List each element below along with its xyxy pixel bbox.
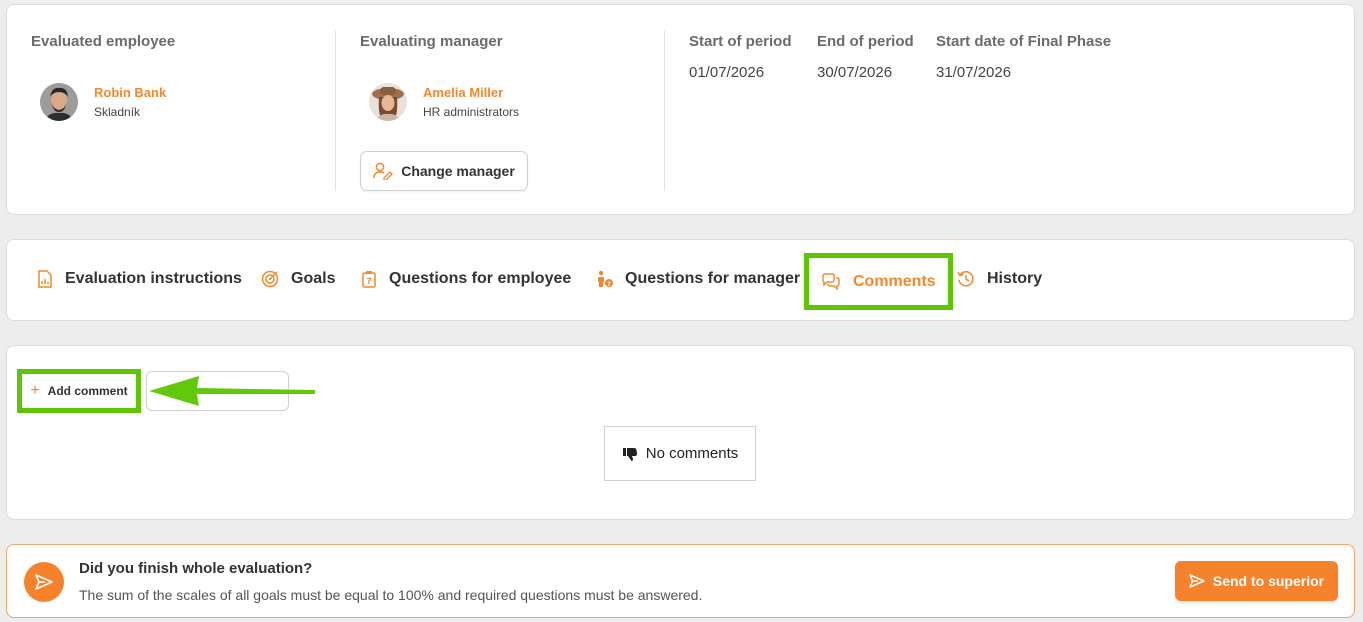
tab-label: History <box>987 270 1043 287</box>
no-comments-label: No comments <box>645 445 739 462</box>
employee-role: Skladník <box>94 105 141 119</box>
submit-evaluation-banner: Did you finish whole evaluation? The sum… <box>6 544 1355 618</box>
tab-label: Evaluation instructions <box>65 270 242 287</box>
add-comment-label: Add comment <box>47 384 128 398</box>
svg-text:?: ? <box>607 280 611 288</box>
banner-text: The sum of the scales of all goals must … <box>79 587 703 603</box>
tab-goals[interactable]: Goals <box>261 259 335 299</box>
no-comments-message: No comments <box>604 426 756 481</box>
tab-label: Goals <box>291 270 336 287</box>
person-question-icon: ? <box>598 270 613 288</box>
tab-comments[interactable]: Comments <box>804 253 953 310</box>
history-icon <box>957 271 974 287</box>
final-phase-start-value: 31/07/2026 <box>936 64 1012 81</box>
send-icon-badge <box>24 562 64 602</box>
tab-label: Questions for manager <box>625 270 801 287</box>
manager-name[interactable]: Amelia Miller <box>423 85 519 100</box>
send-icon <box>35 574 53 590</box>
evaluated-employee-label: Evaluated employee <box>31 33 176 50</box>
end-of-period: End of period 30/07/2026 <box>817 33 914 81</box>
svg-text:?: ? <box>366 277 371 287</box>
tab-evaluation-instructions[interactable]: Evaluation instructions <box>37 259 242 299</box>
tab-history[interactable]: History <box>957 259 1042 299</box>
manager-info: Amelia Miller HR administrators <box>369 83 519 121</box>
thumbs-down-icon <box>622 447 637 461</box>
employee-info: Robin Bank Skladník <box>40 83 166 121</box>
employee-avatar <box>40 83 78 121</box>
manager-role: HR administrators <box>423 105 520 119</box>
tab-questions-for-manager[interactable]: ? Questions for manager <box>595 259 800 299</box>
tab-questions-for-employee[interactable]: ? Questions for employee <box>361 259 571 299</box>
chat-bubbles-icon <box>822 272 840 291</box>
send-icon <box>1189 574 1205 588</box>
target-icon <box>261 270 279 288</box>
banner-title: Did you finish whole evaluation? <box>79 560 313 577</box>
column-divider <box>335 31 336 191</box>
final-phase-start-label: Start date of Final Phase <box>936 33 1112 50</box>
start-of-period: Start of period 01/07/2026 <box>689 33 792 81</box>
plus-icon: + <box>30 382 40 399</box>
employee-name[interactable]: Robin Bank <box>94 85 166 100</box>
column-divider <box>664 31 665 191</box>
tab-label: Comments <box>853 272 936 290</box>
change-manager-button[interactable]: Change manager <box>360 151 528 191</box>
manager-avatar <box>369 83 407 121</box>
evaluation-header-card: Evaluated employee Robin Bank Skladník E… <box>6 4 1355 215</box>
change-manager-label: Change manager <box>401 163 515 179</box>
user-edit-icon <box>373 162 394 180</box>
start-of-period-value: 01/07/2026 <box>689 64 765 81</box>
pointer-arrow-annotation <box>149 376 315 406</box>
tab-label: Questions for employee <box>389 270 572 287</box>
add-comment-button[interactable]: + Add comment <box>17 369 141 413</box>
comments-panel: + Add comment No comments <box>6 345 1355 520</box>
final-phase-start: Start date of Final Phase 31/07/2026 <box>936 33 1111 81</box>
send-to-superior-button[interactable]: Send to superior <box>1175 561 1338 601</box>
evaluation-tabs: Evaluation instructions Goals ? Question… <box>6 239 1355 321</box>
evaluating-manager-label: Evaluating manager <box>360 33 503 50</box>
clipboard-question-icon: ? <box>362 271 376 288</box>
end-of-period-label: End of period <box>817 33 914 50</box>
start-of-period-label: Start of period <box>689 33 792 50</box>
end-of-period-value: 30/07/2026 <box>817 64 893 81</box>
document-chart-icon <box>38 270 52 288</box>
send-to-superior-label: Send to superior <box>1212 573 1325 589</box>
